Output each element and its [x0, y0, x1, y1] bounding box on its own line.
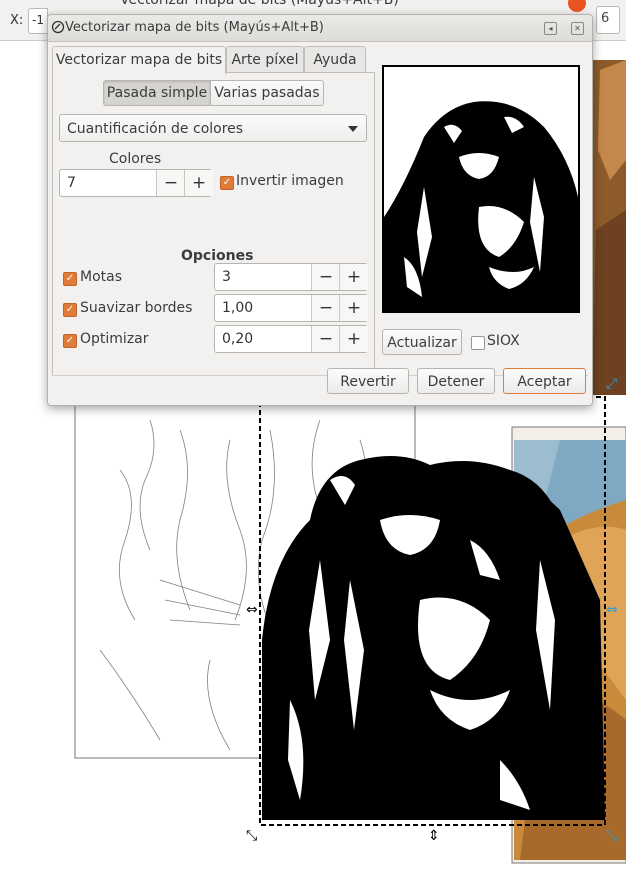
dialog-restore-icon[interactable]: ◂ [544, 22, 557, 35]
optimize-decrement-button[interactable]: − [311, 326, 340, 352]
optimize-value: 0,20 [222, 331, 254, 347]
smooth-corners-spinbox[interactable]: 1,00 − + [214, 294, 368, 322]
speckles-decrement-button[interactable]: − [311, 264, 340, 290]
speckles-increment-button[interactable]: + [339, 264, 368, 290]
smooth-corners-value: 1,00 [222, 300, 254, 316]
speckles-value: 3 [222, 269, 231, 285]
speckles-spinbox[interactable]: 3 − + [214, 263, 368, 291]
svg-text:⇔: ⇔ [606, 602, 618, 618]
stop-button[interactable]: Detener [417, 368, 495, 394]
colors-decrement-button[interactable]: − [156, 170, 185, 196]
svg-text:⇕: ⇕ [428, 828, 440, 844]
update-preview-button[interactable]: Actualizar [382, 329, 462, 355]
svg-text:⤡: ⤡ [606, 828, 617, 844]
multi-pass-button[interactable]: Varias pasadas [210, 80, 324, 106]
single-pass-button[interactable]: Pasada simple [103, 80, 211, 106]
options-heading: Opciones [181, 248, 254, 264]
dialog-close-icon[interactable]: ✕ [571, 22, 584, 35]
trace-method-select[interactable]: Cuantificación de colores [59, 114, 367, 142]
siox-label: SIOX [487, 333, 520, 349]
smooth-corners-label: Suavizar bordes [80, 300, 193, 316]
speckles-checkbox[interactable]: ✓ [63, 272, 77, 286]
speckles-label: Motas [80, 269, 123, 285]
trace-method-value: Cuantificación de colores [67, 121, 244, 137]
trace-settings-panel: Pasada simple Varias pasadas Cuantificac… [52, 72, 375, 376]
tab-arte-pixel[interactable]: Arte píxel [226, 46, 304, 73]
dialog-titlebar[interactable]: Vectorizar mapa de bits (Mayús+Alt+B) ◂ … [48, 15, 592, 42]
smooth-corners-decrement-button[interactable]: − [311, 295, 340, 321]
trace-bitmap-icon [51, 20, 65, 34]
invert-image-label: Invertir imagen [236, 173, 344, 189]
trace-bitmap-dialog: Vectorizar mapa de bits (Mayús+Alt+B) ◂ … [47, 14, 593, 406]
colors-value: 7 [67, 175, 76, 191]
chevron-down-icon [348, 126, 358, 132]
dialog-title: Vectorizar mapa de bits (Mayús+Alt+B) [65, 20, 324, 35]
revert-button[interactable]: Revertir [327, 368, 409, 394]
colors-label: Colores [109, 151, 162, 167]
invert-image-checkbox[interactable]: ✓ [220, 176, 234, 190]
svg-text:⇔: ⇔ [246, 602, 258, 618]
optimize-increment-button[interactable]: + [339, 326, 368, 352]
accept-button[interactable]: Aceptar [503, 368, 586, 394]
colors-spinbox[interactable]: 7 − + [59, 169, 213, 197]
svg-text:⤡: ⤡ [246, 828, 257, 844]
svg-text:⤢: ⤢ [606, 376, 617, 392]
colors-increment-button[interactable]: + [184, 170, 213, 196]
optimize-spinbox[interactable]: 0,20 − + [214, 325, 368, 353]
siox-checkbox[interactable] [471, 336, 485, 350]
optimize-checkbox[interactable]: ✓ [63, 334, 77, 348]
tab-ayuda[interactable]: Ayuda [304, 46, 366, 73]
smooth-corners-increment-button[interactable]: + [339, 295, 368, 321]
tab-vectorizar[interactable]: Vectorizar mapa de bits [52, 46, 226, 74]
optimize-label: Optimizar [80, 331, 149, 347]
lion-preview-icon [384, 101, 578, 311]
trace-preview-image [382, 65, 580, 313]
smooth-corners-checkbox[interactable]: ✓ [63, 303, 77, 317]
